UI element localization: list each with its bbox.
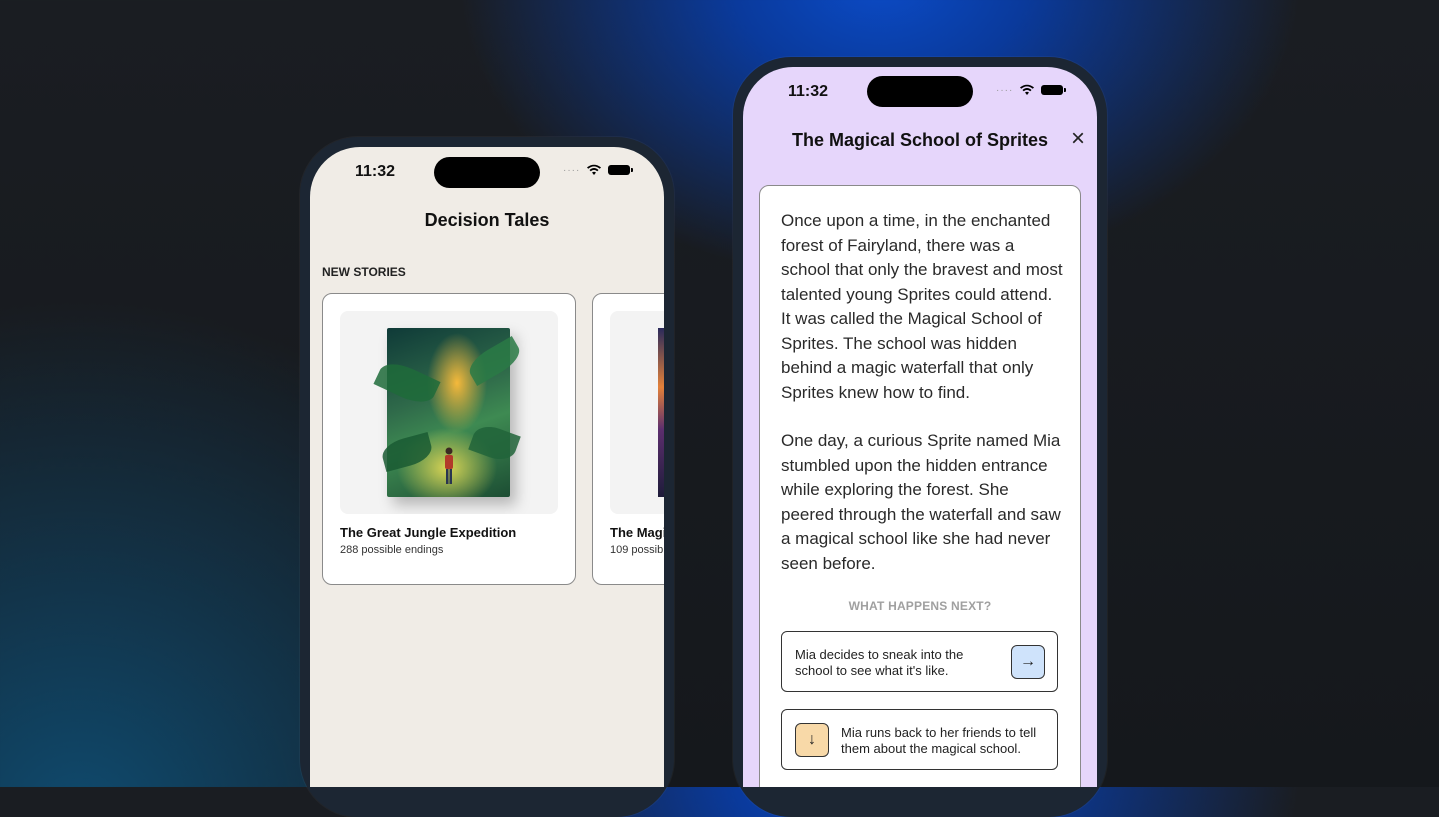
arrow-down-icon[interactable]: ↓ [795, 723, 829, 757]
story-text-card[interactable]: Once upon a time, in the enchanted fores… [759, 185, 1081, 787]
dynamic-island [434, 157, 540, 188]
story-card[interactable]: The Magi 109 possib [592, 293, 664, 585]
story-cover [610, 311, 664, 514]
story-title: The Great Jungle Expedition [340, 525, 517, 540]
story-title: The Magical School of Sprites [791, 130, 1049, 150]
status-icons: ···· [996, 84, 1067, 96]
left-phone-screen: 11:32 ···· Decision Tales NEW STORIES Th… [310, 147, 664, 787]
arrow-right-icon[interactable]: → [1011, 645, 1045, 679]
choice-text: Mia runs back to her friends to tell the… [841, 725, 1037, 756]
dynamic-island [867, 76, 973, 107]
choice-option-2[interactable]: ↓ Mia runs back to her friends to tell t… [781, 709, 1058, 770]
app-title: Decision Tales [424, 210, 550, 230]
story-card[interactable]: The Great Jungle Expedition 288 possible… [322, 293, 576, 585]
section-label: NEW STORIES [322, 265, 406, 279]
story-endings: 109 possib [610, 544, 664, 556]
story-paragraph: One day, a curious Sprite named Mia stum… [781, 431, 1061, 573]
wifi-icon [587, 164, 602, 175]
close-icon[interactable]: × [1071, 127, 1085, 151]
status-icons: ···· [563, 164, 634, 176]
battery-icon [1041, 85, 1067, 95]
story-paragraph: Once upon a time, in the enchanted fores… [781, 211, 1063, 402]
explorer-figure [445, 447, 453, 484]
story-cover [340, 311, 558, 514]
signal-icon: ···· [563, 164, 581, 176]
battery-icon [608, 165, 634, 175]
book-cover-image [373, 328, 525, 497]
status-time: 11:32 [788, 83, 829, 100]
wifi-icon [1020, 84, 1035, 95]
right-phone-screen: 11:32 ···· The Magical School of Sprites… [743, 67, 1097, 787]
signal-icon: ···· [996, 84, 1014, 96]
what-happens-next-label: WHAT HAPPENS NEXT? [848, 599, 992, 613]
story-title: The Magi [610, 525, 664, 540]
choice-text: Mia decides to sneak into the school to … [795, 647, 964, 678]
choice-option-1[interactable]: Mia decides to sneak into the school to … [781, 631, 1058, 692]
status-time: 11:32 [355, 163, 396, 180]
story-endings: 288 possible endings [340, 544, 444, 556]
book-cover-image [658, 328, 664, 497]
